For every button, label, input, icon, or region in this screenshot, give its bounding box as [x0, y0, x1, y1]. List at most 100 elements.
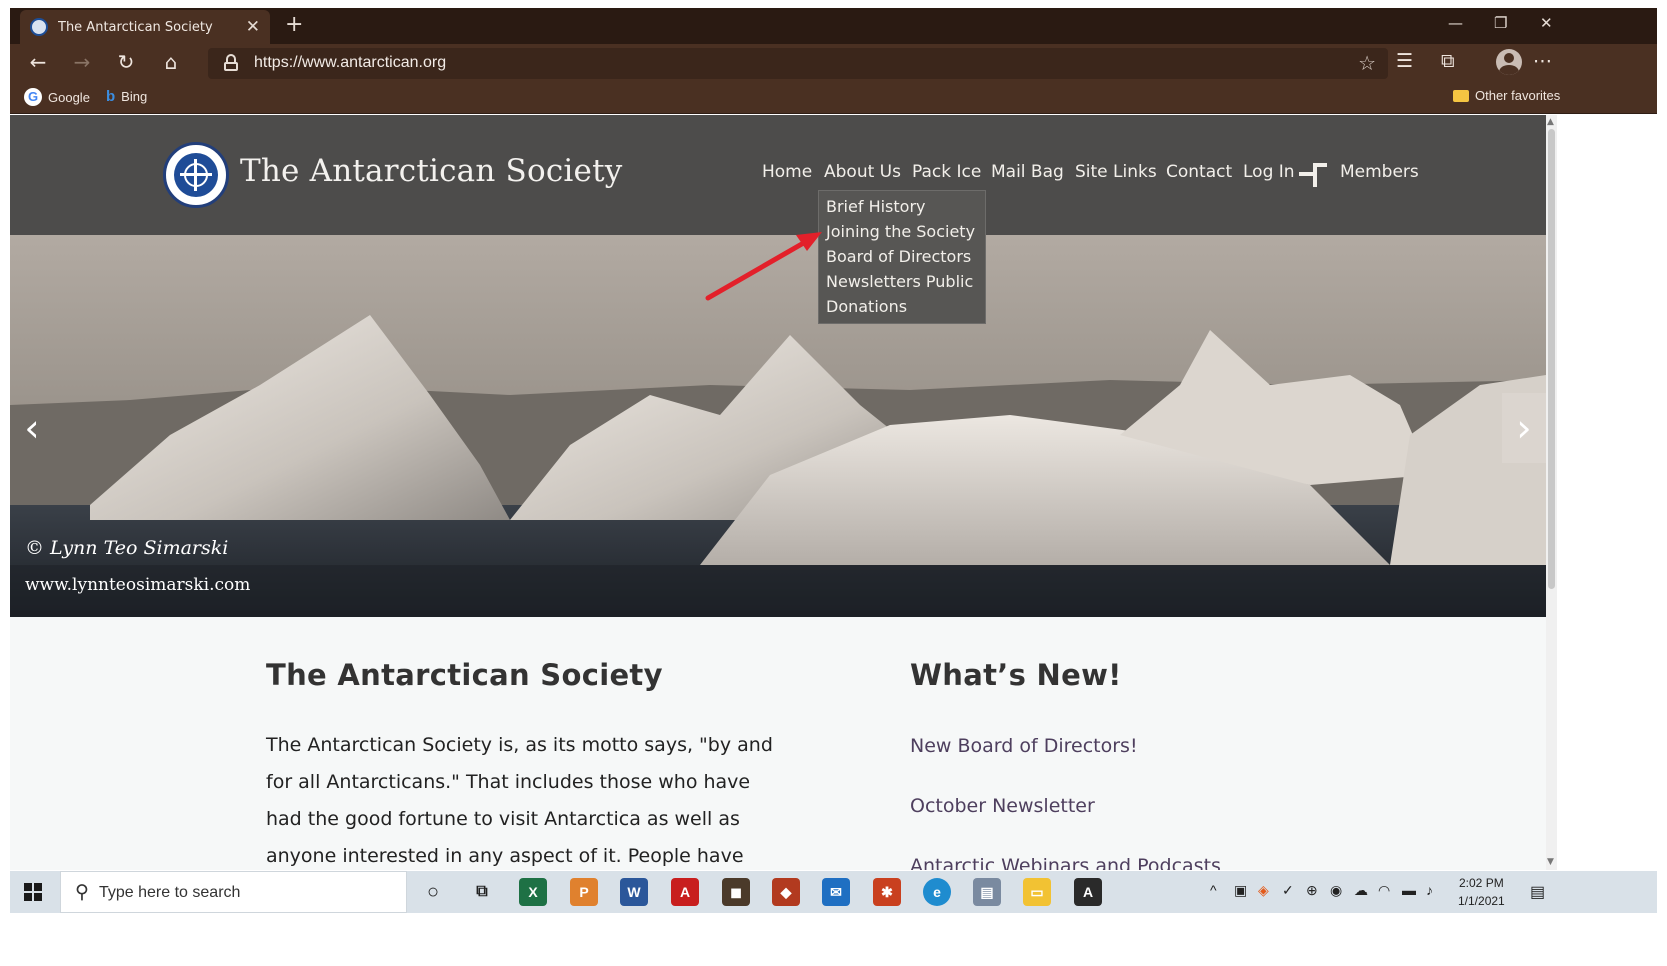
new-tab-button[interactable]: +	[285, 12, 303, 37]
favorite-bing[interactable]: b Bing	[106, 88, 147, 105]
volume-icon[interactable]: ♪	[1426, 882, 1433, 898]
nav-about-us[interactable]: About Us	[824, 162, 901, 182]
clock-time: 2:02 PM	[1459, 876, 1504, 890]
tray-app-icon[interactable]: ◉	[1330, 882, 1342, 899]
favorites-list-icon[interactable]: ☰	[1396, 50, 1413, 72]
favorite-label: Google	[48, 89, 90, 105]
refresh-icon[interactable]: ↻	[113, 50, 139, 74]
file-explorer-icon[interactable]: ▭	[1023, 878, 1051, 906]
favorite-google[interactable]: G Google	[24, 88, 90, 106]
google-icon: G	[24, 88, 42, 106]
lock-icon	[224, 54, 238, 71]
scroll-down-icon[interactable]: ▼	[1547, 857, 1554, 867]
dropdown-newsletters-public[interactable]: Newsletters Public	[819, 272, 985, 297]
site-title[interactable]: The Antarctican Society	[240, 153, 622, 189]
search-icon: ⚲	[75, 882, 89, 903]
news-link[interactable]: Antarctic Webinars and Podcasts	[910, 855, 1221, 870]
edge-icon[interactable]: e	[923, 878, 951, 906]
tray-app-icon[interactable]: ▣	[1234, 882, 1247, 899]
about-us-dropdown: Brief History Joining the Society Board …	[818, 190, 986, 324]
web-page: The Antarctican Society Home About Us Pa…	[10, 115, 1546, 870]
browser-toolbar: ← → ↻ ⌂ https://www.antarctican.org ☆ ☰ …	[10, 44, 1657, 82]
dropdown-board-of-directors[interactable]: Board of Directors	[819, 247, 985, 272]
home-icon[interactable]: ⌂	[158, 50, 184, 74]
add-favorite-star-icon[interactable]: ☆	[1358, 51, 1376, 75]
acrobat-reader-icon[interactable]: A	[1074, 878, 1102, 906]
nav-site-links[interactable]: Site Links	[1075, 162, 1157, 182]
mail-icon[interactable]: ✉	[822, 878, 850, 906]
restore-icon[interactable]: ❐	[1494, 14, 1507, 32]
store-icon[interactable]: ◼	[722, 878, 750, 906]
site-favicon-icon	[30, 18, 48, 36]
collections-icon[interactable]: ⧉	[1441, 50, 1455, 72]
page-scrollbar[interactable]: ▲ ▼	[1546, 115, 1557, 870]
notification-center-icon[interactable]: ▤	[1530, 882, 1545, 902]
nav-members[interactable]: Members	[1340, 162, 1419, 182]
clock-date: 1/1/2021	[1458, 894, 1505, 908]
tab-title: The Antarctican Society	[58, 19, 213, 35]
profile-avatar-icon[interactable]	[1496, 49, 1522, 75]
app-icon[interactable]: ✱	[873, 878, 901, 906]
tray-network-icon[interactable]: ⊕	[1306, 882, 1318, 899]
favorites-bar: G Google b Bing Other favorites	[10, 82, 1657, 114]
tab-close-icon[interactable]: ✕	[246, 17, 260, 37]
photographer-credit: www.lynnteosimarski.com	[25, 575, 251, 595]
intro-paragraph: The Antarctican Society is, as its motto…	[266, 734, 773, 867]
back-icon[interactable]: ←	[25, 50, 51, 74]
system-clock[interactable]: 2:02 PM 1/1/2021	[1458, 874, 1505, 910]
powerpoint-icon[interactable]: P	[570, 878, 598, 906]
scroll-up-icon[interactable]: ▲	[1547, 117, 1554, 127]
more-menu-icon[interactable]: ⋯	[1533, 50, 1552, 72]
folder-icon	[1453, 89, 1469, 102]
nav-home[interactable]: Home	[762, 162, 812, 182]
word-icon[interactable]: W	[620, 878, 648, 906]
browser-titlebar: The Antarctican Society ✕ + — ❐ ✕	[10, 8, 1657, 44]
url-text[interactable]: https://www.antarctican.org	[254, 54, 446, 72]
nav-contact[interactable]: Contact	[1166, 162, 1232, 182]
dropdown-joining-the-society[interactable]: Joining the Society	[819, 222, 985, 247]
intro-heading: The Antarctican Society	[266, 658, 663, 692]
favorite-label: Bing	[121, 89, 148, 104]
dropdown-brief-history[interactable]: Brief History	[819, 197, 985, 222]
nav-pack-ice[interactable]: Pack Ice	[912, 162, 981, 182]
tray-shield-icon[interactable]: ✓	[1282, 882, 1294, 899]
photographer-signature: © Lynn Teo Simarski	[25, 537, 229, 559]
carousel-next-icon[interactable]: ›	[1502, 393, 1546, 463]
hero-image: ‹ › © Lynn Teo Simarski www.lynnteosimar…	[10, 235, 1546, 617]
news-link[interactable]: New Board of Directors!	[910, 735, 1138, 757]
whats-new-heading: What’s New!	[910, 658, 1122, 692]
tray-antivirus-icon[interactable]: ◈	[1258, 882, 1269, 899]
browser-tab[interactable]: The Antarctican Society ✕	[20, 10, 270, 44]
dropdown-donations[interactable]: Donations	[819, 297, 985, 322]
taskbar-search-box[interactable]: ⚲ Type here to search	[60, 871, 407, 913]
tray-chevron-icon[interactable]: ^	[1210, 882, 1217, 898]
other-favorites-label: Other favorites	[1475, 88, 1561, 103]
scrollbar-thumb[interactable]	[1548, 129, 1555, 589]
nav-log-in[interactable]: Log In	[1243, 162, 1295, 182]
wifi-icon[interactable]: ◠	[1378, 882, 1390, 899]
app-icon[interactable]: ▤	[973, 878, 1001, 906]
cortana-icon[interactable]: ○	[419, 878, 447, 906]
login-arrow-icon	[1299, 161, 1329, 189]
task-view-icon[interactable]: ⧉	[468, 878, 496, 906]
onedrive-icon[interactable]: ☁	[1354, 882, 1368, 899]
carousel-prev-icon[interactable]: ‹	[10, 393, 54, 463]
search-placeholder[interactable]: Type here to search	[99, 884, 240, 902]
minimize-icon[interactable]: —	[1448, 14, 1463, 32]
iceberg-illustration	[10, 235, 1546, 617]
site-header: The Antarctican Society Home About Us Pa…	[10, 115, 1546, 235]
news-link[interactable]: October Newsletter	[910, 795, 1095, 817]
excel-icon[interactable]: X	[519, 878, 547, 906]
acrobat-icon[interactable]: A	[671, 878, 699, 906]
app-icon[interactable]: ◆	[772, 878, 800, 906]
society-logo-icon[interactable]	[163, 142, 229, 208]
windows-start-icon[interactable]	[24, 883, 42, 901]
forward-icon[interactable]: →	[69, 50, 95, 74]
address-bar[interactable]: https://www.antarctican.org ☆	[208, 48, 1388, 79]
windows-taskbar: ⚲ Type here to search ○ ⧉ X P W A ◼ ◆ ✉ …	[10, 871, 1657, 913]
battery-icon[interactable]: ▬	[1402, 882, 1416, 898]
window-close-icon[interactable]: ✕	[1540, 14, 1553, 32]
nav-mail-bag[interactable]: Mail Bag	[991, 162, 1064, 182]
other-favorites[interactable]: Other favorites	[1453, 88, 1560, 103]
bing-icon: b	[106, 88, 116, 105]
